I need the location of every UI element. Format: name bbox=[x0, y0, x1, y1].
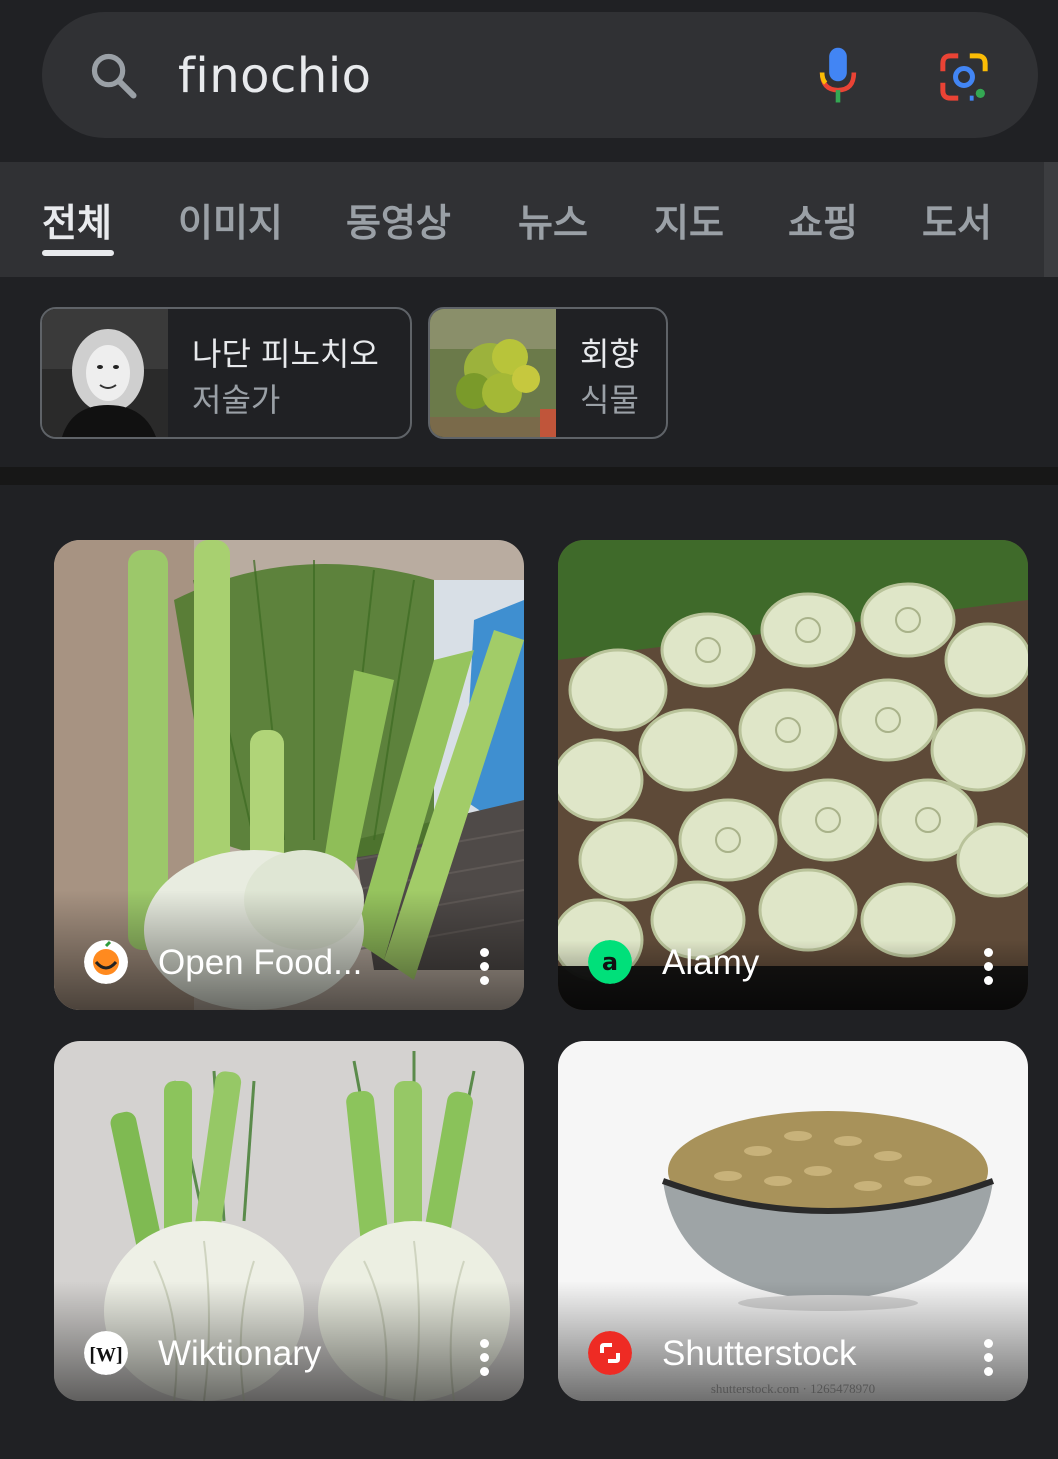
image-watermark: shutterstock.com · 1265478970 bbox=[710, 1381, 876, 1396]
shutterstock-icon bbox=[588, 1331, 632, 1375]
microphone-icon[interactable] bbox=[816, 46, 860, 106]
chip-title: 나단 피노치오 bbox=[192, 335, 379, 373]
tab-images[interactable]: 이미지 bbox=[178, 192, 283, 247]
search-tabs: 전체 이미지 동영상 뉴스 지도 쇼핑 도서 bbox=[0, 162, 1058, 277]
knowledge-chips: 나단 피노치오 저술가 회향 식물 bbox=[0, 277, 1058, 467]
result-source[interactable]: Open Food... bbox=[158, 943, 362, 983]
search-header: finochio bbox=[0, 0, 1058, 162]
chip-subtitle: 식물 bbox=[580, 381, 639, 419]
svg-text:[W]: [W] bbox=[89, 1344, 122, 1366]
google-lens-icon[interactable] bbox=[938, 52, 990, 102]
image-result-card[interactable]: Shutterstock shutterstock.com · 12654789… bbox=[558, 1041, 1028, 1401]
search-bar[interactable]: finochio bbox=[42, 12, 1038, 138]
image-result-card[interactable]: [W] Wiktionary bbox=[54, 1041, 524, 1401]
svg-text:a: a bbox=[602, 948, 618, 976]
tab-shopping[interactable]: 쇼핑 bbox=[788, 192, 858, 247]
fennel-plant-thumbnail bbox=[430, 309, 556, 437]
chip-subtitle: 저술가 bbox=[192, 381, 281, 419]
result-source[interactable]: Alamy bbox=[662, 943, 759, 983]
person-photo-thumbnail bbox=[42, 309, 168, 437]
more-options-icon[interactable] bbox=[480, 1339, 490, 1377]
tab-books[interactable]: 도서 bbox=[922, 192, 992, 247]
result-source[interactable]: Shutterstock bbox=[662, 1334, 857, 1374]
image-result-card[interactable]: a Alamy bbox=[558, 540, 1028, 1010]
image-result-card[interactable]: Open Food... bbox=[54, 540, 524, 1010]
more-options-icon[interactable] bbox=[984, 1339, 994, 1377]
more-options-icon[interactable] bbox=[480, 948, 490, 986]
tab-all[interactable]: 전체 bbox=[42, 192, 112, 247]
tab-news[interactable]: 뉴스 bbox=[518, 192, 588, 247]
section-divider bbox=[0, 467, 1058, 485]
chip-fennel[interactable]: 회향 식물 bbox=[428, 307, 668, 439]
tab-videos[interactable]: 동영상 bbox=[346, 192, 451, 247]
search-icon[interactable] bbox=[88, 50, 140, 102]
chip-nathan-finochio[interactable]: 나단 피노치오 저술가 bbox=[40, 307, 412, 439]
alamy-icon: a bbox=[588, 940, 632, 984]
open-food-facts-icon bbox=[84, 940, 128, 984]
wiktionary-icon: [W] bbox=[84, 1331, 128, 1375]
active-tab-indicator bbox=[42, 250, 114, 256]
more-options-icon[interactable] bbox=[984, 948, 994, 986]
tabs-fade bbox=[1044, 162, 1058, 277]
result-source[interactable]: Wiktionary bbox=[158, 1334, 321, 1374]
tab-maps[interactable]: 지도 bbox=[654, 192, 724, 247]
search-input[interactable]: finochio bbox=[178, 48, 372, 104]
chip-title: 회향 bbox=[580, 335, 639, 373]
